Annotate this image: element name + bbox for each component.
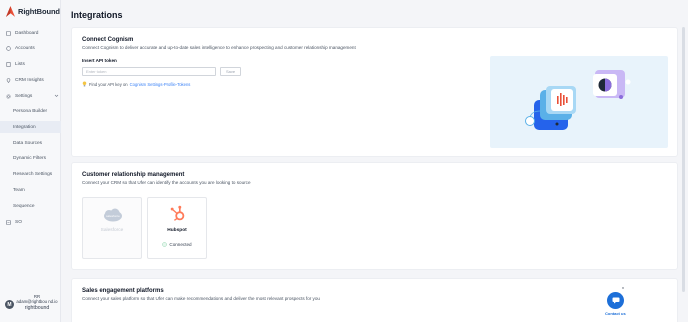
salesforce-cloud-icon: salesforce bbox=[104, 208, 122, 222]
contact-us-button[interactable] bbox=[607, 292, 624, 309]
sidebar-item-accounts[interactable]: Accounts bbox=[6, 43, 59, 53]
gear-icon bbox=[6, 93, 11, 99]
lightbulb-icon bbox=[82, 81, 87, 87]
avatar: M bbox=[5, 300, 14, 309]
crm-card: Customer relationship management Connect… bbox=[71, 162, 678, 270]
crm-title: Customer relationship management bbox=[82, 172, 185, 178]
sidebar-item-lists[interactable]: Lists bbox=[6, 59, 59, 69]
cognism-card: Connect Cognism Connect Cognism to deliv… bbox=[71, 27, 678, 157]
sidebar: RightBound Dashboard Accounts Lists CRM … bbox=[0, 0, 61, 322]
hubspot-status-text: Connected bbox=[169, 242, 192, 247]
scrollbar[interactable] bbox=[682, 27, 685, 292]
engagement-title: Sales engagement platforms bbox=[82, 288, 164, 294]
user-company: rightbound bbox=[24, 305, 50, 311]
sidebar-item-label: SO bbox=[15, 219, 22, 225]
sidebar-item-label: Dashboard bbox=[15, 30, 39, 36]
sidebar-item-label: CRM Insights bbox=[15, 77, 44, 83]
sidebar-item-settings[interactable]: Settings bbox=[6, 91, 59, 101]
lists-icon bbox=[6, 61, 11, 67]
sidebar-item-crm-insights[interactable]: CRM Insights bbox=[6, 75, 59, 85]
accounts-icon bbox=[6, 45, 11, 51]
sidebar-item-label: Settings bbox=[15, 93, 33, 99]
so-icon bbox=[6, 219, 11, 225]
chat-icon bbox=[612, 297, 619, 304]
sidebar-subitem-sequence[interactable]: Sequence bbox=[13, 201, 35, 211]
sidebar-item-dashboard[interactable]: Dashboard bbox=[6, 28, 59, 38]
contact-us-label[interactable]: Contact us bbox=[605, 311, 626, 316]
crm-subtitle: Connect your CRM so that Ufer can identi… bbox=[82, 180, 251, 185]
sidebar-subitem-data-sources[interactable]: Data Sources bbox=[13, 138, 42, 148]
brand[interactable]: RightBound bbox=[6, 6, 60, 17]
svg-text:salesforce: salesforce bbox=[106, 214, 120, 218]
connected-check-icon bbox=[162, 242, 168, 247]
hubspot-icon bbox=[170, 205, 185, 221]
user-profile[interactable]: M RR adam@rightbou nd.io rightbound bbox=[5, 294, 59, 318]
hint-text: Find your API key on bbox=[89, 81, 128, 87]
integration-illustration-icon bbox=[525, 70, 631, 130]
contact-close-button[interactable]: x bbox=[622, 285, 624, 290]
page-title: Integrations bbox=[71, 10, 123, 20]
salesforce-name: Salesforce bbox=[100, 228, 124, 233]
salesforce-tile[interactable]: salesforce Salesforce bbox=[82, 197, 142, 259]
dashboard-icon bbox=[6, 30, 11, 36]
sidebar-subitem-team[interactable]: Team bbox=[13, 185, 25, 195]
sidebar-item-label: Lists bbox=[15, 61, 25, 67]
api-token-input[interactable] bbox=[82, 67, 216, 76]
api-hint: Find your API key on Cognism Settings-Pr… bbox=[82, 81, 190, 87]
brand-name: RightBound bbox=[18, 7, 60, 16]
sidebar-subitem-integration[interactable]: Integration bbox=[13, 122, 36, 132]
engagement-subtitle: Connect your sales platform so that Ufer… bbox=[82, 296, 320, 301]
api-token-label: Insert API token bbox=[82, 58, 117, 63]
sidebar-subitem-dynamic-filters[interactable]: Dynamic Filters bbox=[13, 153, 46, 163]
hubspot-status: Connected bbox=[148, 242, 206, 247]
rightbound-logo-icon bbox=[6, 6, 15, 17]
cognism-settings-link[interactable]: Cognism Settings-Profile-Tokens bbox=[130, 82, 191, 87]
chevron-down-icon[interactable] bbox=[54, 93, 59, 98]
hubspot-tile[interactable]: Hubspot Connected bbox=[147, 197, 207, 259]
main-content: Integrations Connect Cognism Connect Cog… bbox=[61, 0, 688, 322]
hubspot-name: Hubspot bbox=[167, 228, 187, 233]
engagement-card: Sales engagement platforms Connect your … bbox=[71, 278, 678, 322]
cognism-illustration bbox=[490, 56, 668, 148]
save-button[interactable]: Save bbox=[220, 67, 241, 76]
sidebar-subitem-persona-builder[interactable]: Persona Builder bbox=[13, 106, 47, 116]
user-email: adam@rightbou nd.io bbox=[16, 299, 58, 304]
sidebar-item-so[interactable]: SO bbox=[6, 217, 59, 227]
cognism-subtitle: Connect Cognism to deliver accurate and … bbox=[82, 45, 356, 50]
cognism-title: Connect Cognism bbox=[82, 37, 134, 43]
sidebar-subitem-research-settings[interactable]: Research Settings bbox=[13, 169, 52, 179]
sidebar-item-label: Accounts bbox=[15, 45, 35, 51]
crm-insights-icon bbox=[6, 77, 11, 83]
